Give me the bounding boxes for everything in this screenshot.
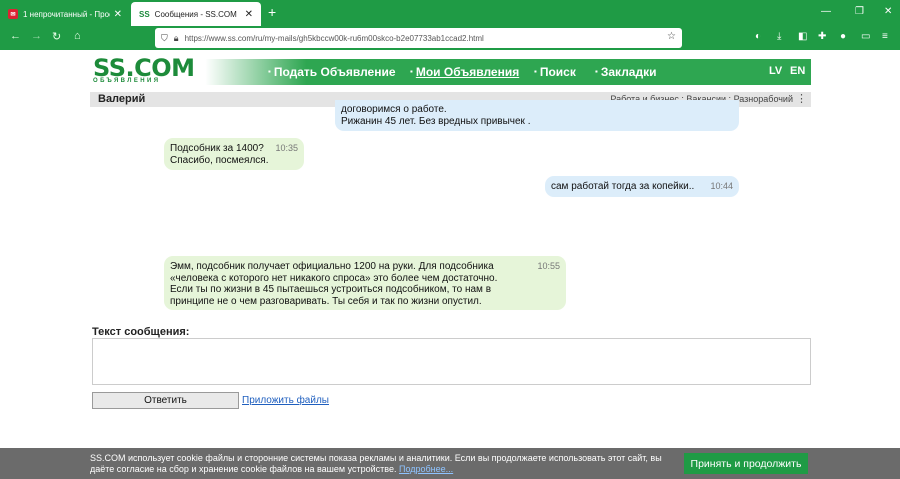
lang-en[interactable]: EN	[790, 65, 805, 77]
nav-post-ad[interactable]: Подать Объявление	[268, 65, 396, 79]
nav-bookmarks[interactable]: Закладки	[595, 65, 657, 79]
message-time: 10:55	[537, 261, 560, 271]
close-tab-icon[interactable]: ✕	[114, 9, 122, 20]
forward-icon[interactable]: →	[31, 30, 42, 42]
lock-icon: 🔒︎	[173, 32, 179, 43]
shield-icon: ⛉	[161, 32, 168, 43]
screenshot-icon[interactable]: ▭	[861, 31, 870, 42]
home-icon[interactable]: ⌂	[74, 30, 81, 42]
profile-icon[interactable]: ●	[840, 31, 846, 42]
accept-cookies-button[interactable]: Принять и продолжить	[684, 453, 808, 474]
message-incoming: Подсобник за 1400? Спасибо, посмеялся. 1…	[164, 138, 304, 170]
puzzle-icon[interactable]: ✚	[818, 31, 826, 42]
close-tab-icon[interactable]: ✕	[245, 9, 253, 20]
cookie-banner: SS.COM использует cookie файлы и сторонн…	[0, 448, 900, 479]
more-options-icon[interactable]: ⋮	[796, 92, 807, 105]
logo-subtitle: ОБЪЯВЛЕНИЯ	[93, 78, 161, 84]
message-line: «человека с которого нет никакого спроса…	[170, 272, 498, 284]
tab-title: 1 непрочитанный - Просмотр	[23, 9, 110, 19]
download-icon[interactable]: ⤓	[777, 31, 781, 42]
reply-button[interactable]: Ответить	[92, 392, 239, 409]
conversation-user: Валерий	[98, 93, 146, 105]
message-line: Спасибо, посмеялся.	[170, 154, 269, 166]
message-outgoing: сам работай тогда за копейки.. 10:44	[545, 176, 739, 197]
lang-lv[interactable]: LV	[769, 65, 782, 77]
message-outgoing: договоримся о работе. Рижанин 45 лет. Бе…	[335, 100, 739, 131]
extension-icon[interactable]: ◧	[798, 31, 807, 42]
mail-favicon-icon: ✉	[8, 9, 18, 19]
pocket-icon[interactable]: ◐	[755, 31, 761, 42]
restore-button[interactable]: ❐	[855, 6, 864, 17]
message-text-label: Текст сообщения:	[92, 326, 190, 338]
site-header: SS.COM ОБЪЯВЛЕНИЯ Подать Объявление Мои …	[90, 56, 811, 85]
menu-icon[interactable]: ≡	[882, 31, 888, 42]
nav-search[interactable]: Поиск	[534, 65, 576, 79]
minimize-button[interactable]: —	[821, 6, 831, 17]
message-incoming: Эмм, подсобник получает официально 1200 …	[164, 256, 566, 310]
site-logo[interactable]: SS.COM	[93, 56, 195, 80]
message-time: 10:35	[275, 143, 298, 153]
message-time: 10:44	[710, 181, 733, 191]
address-bar[interactable]: ⛉ 🔒︎ https://www.ss.com/ru/my-mails/gh5k…	[155, 28, 682, 48]
message-line: принципе не о чем разговаривать. Ты себя…	[170, 295, 482, 307]
message-line: Рижанин 45 лет. Без вредных привычек .	[341, 115, 531, 127]
message-line: Эмм, подсобник получает официально 1200 …	[170, 261, 494, 272]
attach-files-link[interactable]: Приложить файлы	[242, 395, 329, 406]
url-text: https://www.ss.com/ru/my-mails/gh5kbccw0…	[184, 33, 484, 43]
cookie-more-link[interactable]: Подробнее...	[399, 464, 453, 474]
new-tab-button[interactable]: +	[268, 5, 276, 19]
tab-mail[interactable]: ✉ 1 непрочитанный - Просмотр ✕	[0, 2, 130, 26]
browser-tab-bar: ✉ 1 непрочитанный - Просмотр ✕ SS Сообще…	[0, 0, 900, 26]
tab-messages[interactable]: SS Сообщения - SS.COM ✕	[131, 2, 261, 26]
tab-title: Сообщения - SS.COM	[154, 9, 237, 19]
close-window-button[interactable]: ✕	[884, 6, 892, 17]
nav-my-ads[interactable]: Мои Объявления	[410, 65, 519, 79]
browser-nav-bar: ← → ↻ ⌂ ⛉ 🔒︎ https://www.ss.com/ru/my-ma…	[0, 26, 900, 50]
bookmark-star-icon[interactable]: ☆	[667, 31, 676, 42]
reload-icon[interactable]: ↻	[52, 30, 61, 43]
message-line: договоримся о работе.	[341, 104, 447, 115]
ss-favicon: SS	[139, 9, 150, 19]
message-line: сам работай тогда за копейки..	[551, 181, 695, 192]
message-line: Если ты по жизни в 45 пытаешься устроить…	[170, 284, 492, 295]
message-input[interactable]	[92, 338, 811, 385]
cookie-text: SS.COM использует cookie файлы и сторонн…	[90, 453, 662, 474]
back-icon[interactable]: ←	[10, 30, 21, 42]
